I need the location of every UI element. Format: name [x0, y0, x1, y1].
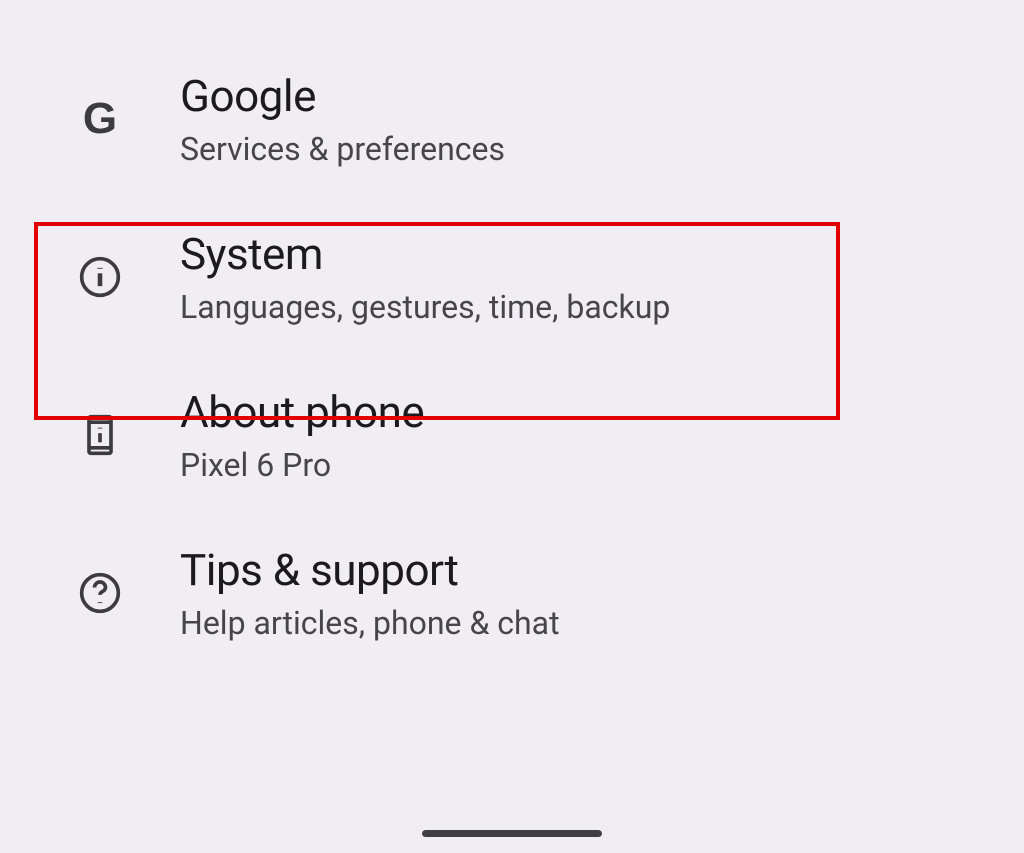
settings-list: G Google Services & preferences System L…	[0, 0, 1024, 672]
help-icon	[70, 571, 130, 615]
settings-item-tips-support[interactable]: Tips & support Help articles, phone & ch…	[0, 514, 1024, 672]
info-icon	[70, 255, 130, 299]
settings-item-system[interactable]: System Languages, gestures, time, backup	[0, 198, 1024, 356]
settings-item-title: Google	[180, 70, 505, 122]
navigation-handle[interactable]	[422, 830, 602, 837]
settings-item-title: Tips & support	[180, 544, 560, 596]
settings-item-about-phone[interactable]: About phone Pixel 6 Pro	[0, 356, 1024, 514]
settings-item-subtitle: Help articles, phone & chat	[180, 604, 560, 642]
google-icon: G	[70, 94, 130, 144]
settings-item-title: System	[180, 228, 670, 280]
settings-item-subtitle: Pixel 6 Pro	[180, 446, 424, 484]
phone-info-icon	[70, 413, 130, 457]
settings-item-subtitle: Languages, gestures, time, backup	[180, 288, 670, 326]
settings-item-subtitle: Services & preferences	[180, 130, 505, 168]
settings-item-google[interactable]: G Google Services & preferences	[0, 40, 1024, 198]
settings-item-title: About phone	[180, 386, 424, 438]
